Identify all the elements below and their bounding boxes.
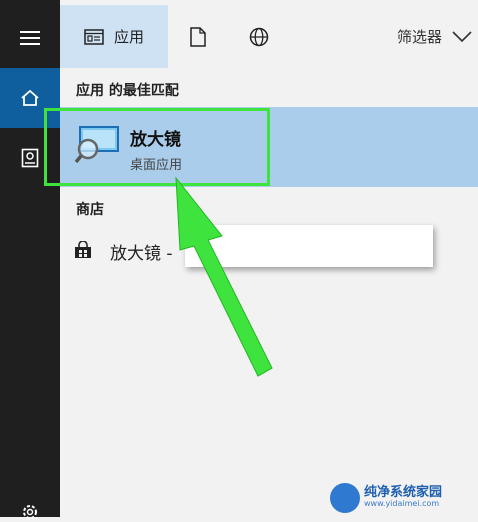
apps-icon [84,28,104,45]
watermark-logo [330,482,360,513]
annotation-highlight-box [44,108,270,186]
hamburger-icon [20,31,40,45]
overlay-popup [185,225,433,267]
search-filter-bar: 应用 筛选器 [60,0,478,68]
best-match-heading: 应用 的最佳匹配 [76,83,179,99]
filter-label: 筛选器 [396,28,442,46]
store-bag-icon [75,241,91,258]
filter-dropdown[interactable]: 筛选器 [397,5,472,68]
globe-icon [249,27,269,46]
menu-button[interactable] [0,8,60,68]
watermark-url: www.yidaimei.com [364,499,440,509]
gear-icon [23,505,37,519]
notebook-icon [21,148,39,168]
tab-apps[interactable]: 应用 [60,5,168,68]
tab-apps-label: 应用 [113,28,144,46]
site-watermark: 纯净系统家园 www.yidaimei.com [330,478,478,517]
home-icon [21,89,39,106]
chevron-down-icon [452,30,472,42]
settings-button[interactable] [0,488,60,519]
tab-web[interactable] [243,5,275,68]
store-result-name: 放大镜 - [110,244,173,264]
document-icon [190,26,206,47]
store-heading: 商店 [76,202,104,218]
watermark-title: 纯净系统家园 [364,484,443,500]
tab-documents[interactable] [182,5,214,68]
sidebar [0,0,60,519]
